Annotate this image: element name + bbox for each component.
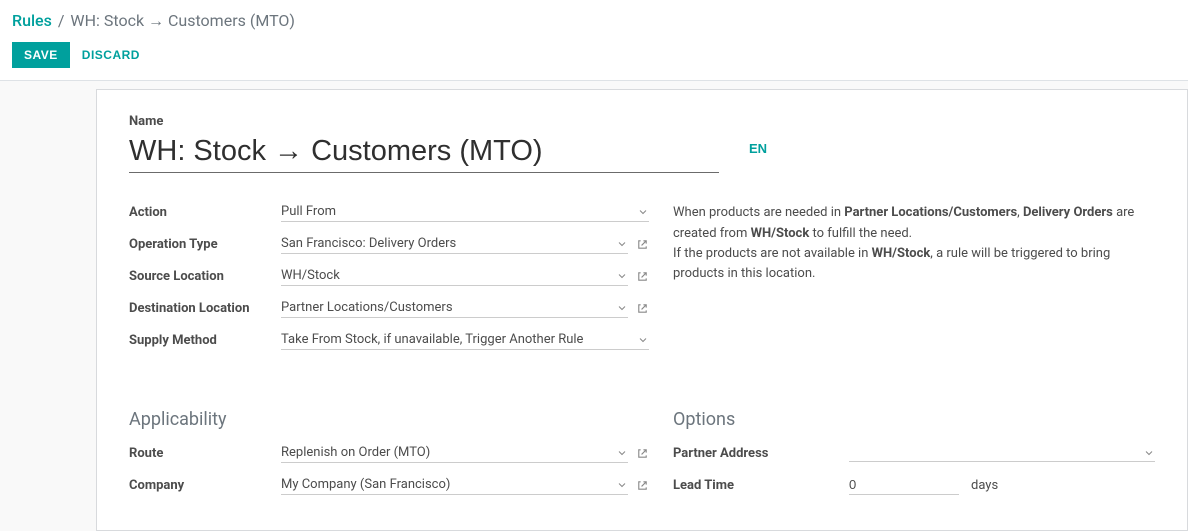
- destination-location-select[interactable]: Partner Locations/Customers: [281, 298, 628, 318]
- breadcrumb-root[interactable]: Rules: [12, 11, 52, 30]
- lead-time-label: Lead Time: [673, 478, 849, 493]
- action-label: Action: [129, 205, 281, 220]
- breadcrumb-sep: /: [56, 11, 67, 30]
- operation-type-select[interactable]: San Francisco: Delivery Orders: [281, 234, 628, 254]
- translate-button[interactable]: EN: [749, 141, 767, 156]
- supply-method-value: Take From Stock, if unavailable, Trigger…: [281, 330, 649, 349]
- options-title: Options: [673, 409, 1155, 430]
- source-location-select[interactable]: WH/Stock: [281, 266, 628, 286]
- breadcrumb-current: WH: Stock → Customers (MTO): [70, 11, 295, 30]
- lead-time-suffix: days: [971, 478, 998, 493]
- source-location-label: Source Location: [129, 269, 281, 284]
- applicability-title: Applicability: [129, 409, 649, 430]
- operation-type-value: San Francisco: Delivery Orders: [281, 234, 628, 253]
- supply-method-label: Supply Method: [129, 333, 281, 348]
- external-link-icon[interactable]: [636, 447, 649, 460]
- action-select[interactable]: Pull From: [281, 202, 649, 222]
- source-location-value: WH/Stock: [281, 266, 628, 285]
- company-value: My Company (San Francisco): [281, 475, 628, 494]
- destination-location-label: Destination Location: [129, 301, 281, 316]
- lead-time-input[interactable]: [849, 475, 959, 495]
- company-select[interactable]: My Company (San Francisco): [281, 475, 628, 495]
- external-link-icon[interactable]: [636, 479, 649, 492]
- external-link-icon[interactable]: [636, 270, 649, 283]
- partner-address-label: Partner Address: [673, 446, 849, 461]
- name-label: Name: [129, 114, 1155, 129]
- form-sheet: Name EN Action Pull From Operation Type: [96, 89, 1188, 531]
- company-label: Company: [129, 478, 281, 493]
- destination-location-value: Partner Locations/Customers: [281, 298, 628, 317]
- supply-method-select[interactable]: Take From Stock, if unavailable, Trigger…: [281, 330, 649, 350]
- discard-button[interactable]: DISCARD: [82, 48, 140, 62]
- external-link-icon[interactable]: [636, 302, 649, 315]
- route-select[interactable]: Replenish on Order (MTO): [281, 443, 628, 463]
- chevron-down-icon: [1145, 449, 1153, 457]
- save-button[interactable]: SAVE: [12, 42, 70, 68]
- action-value: Pull From: [281, 202, 649, 221]
- operation-type-label: Operation Type: [129, 237, 281, 252]
- breadcrumb: Rules / WH: Stock → Customers (MTO): [12, 10, 1176, 32]
- route-value: Replenish on Order (MTO): [281, 443, 628, 462]
- rule-description: When products are needed in Partner Loca…: [673, 201, 1155, 361]
- external-link-icon[interactable]: [636, 238, 649, 251]
- route-label: Route: [129, 446, 281, 461]
- partner-address-select[interactable]: [849, 444, 1155, 462]
- name-input[interactable]: [129, 133, 719, 173]
